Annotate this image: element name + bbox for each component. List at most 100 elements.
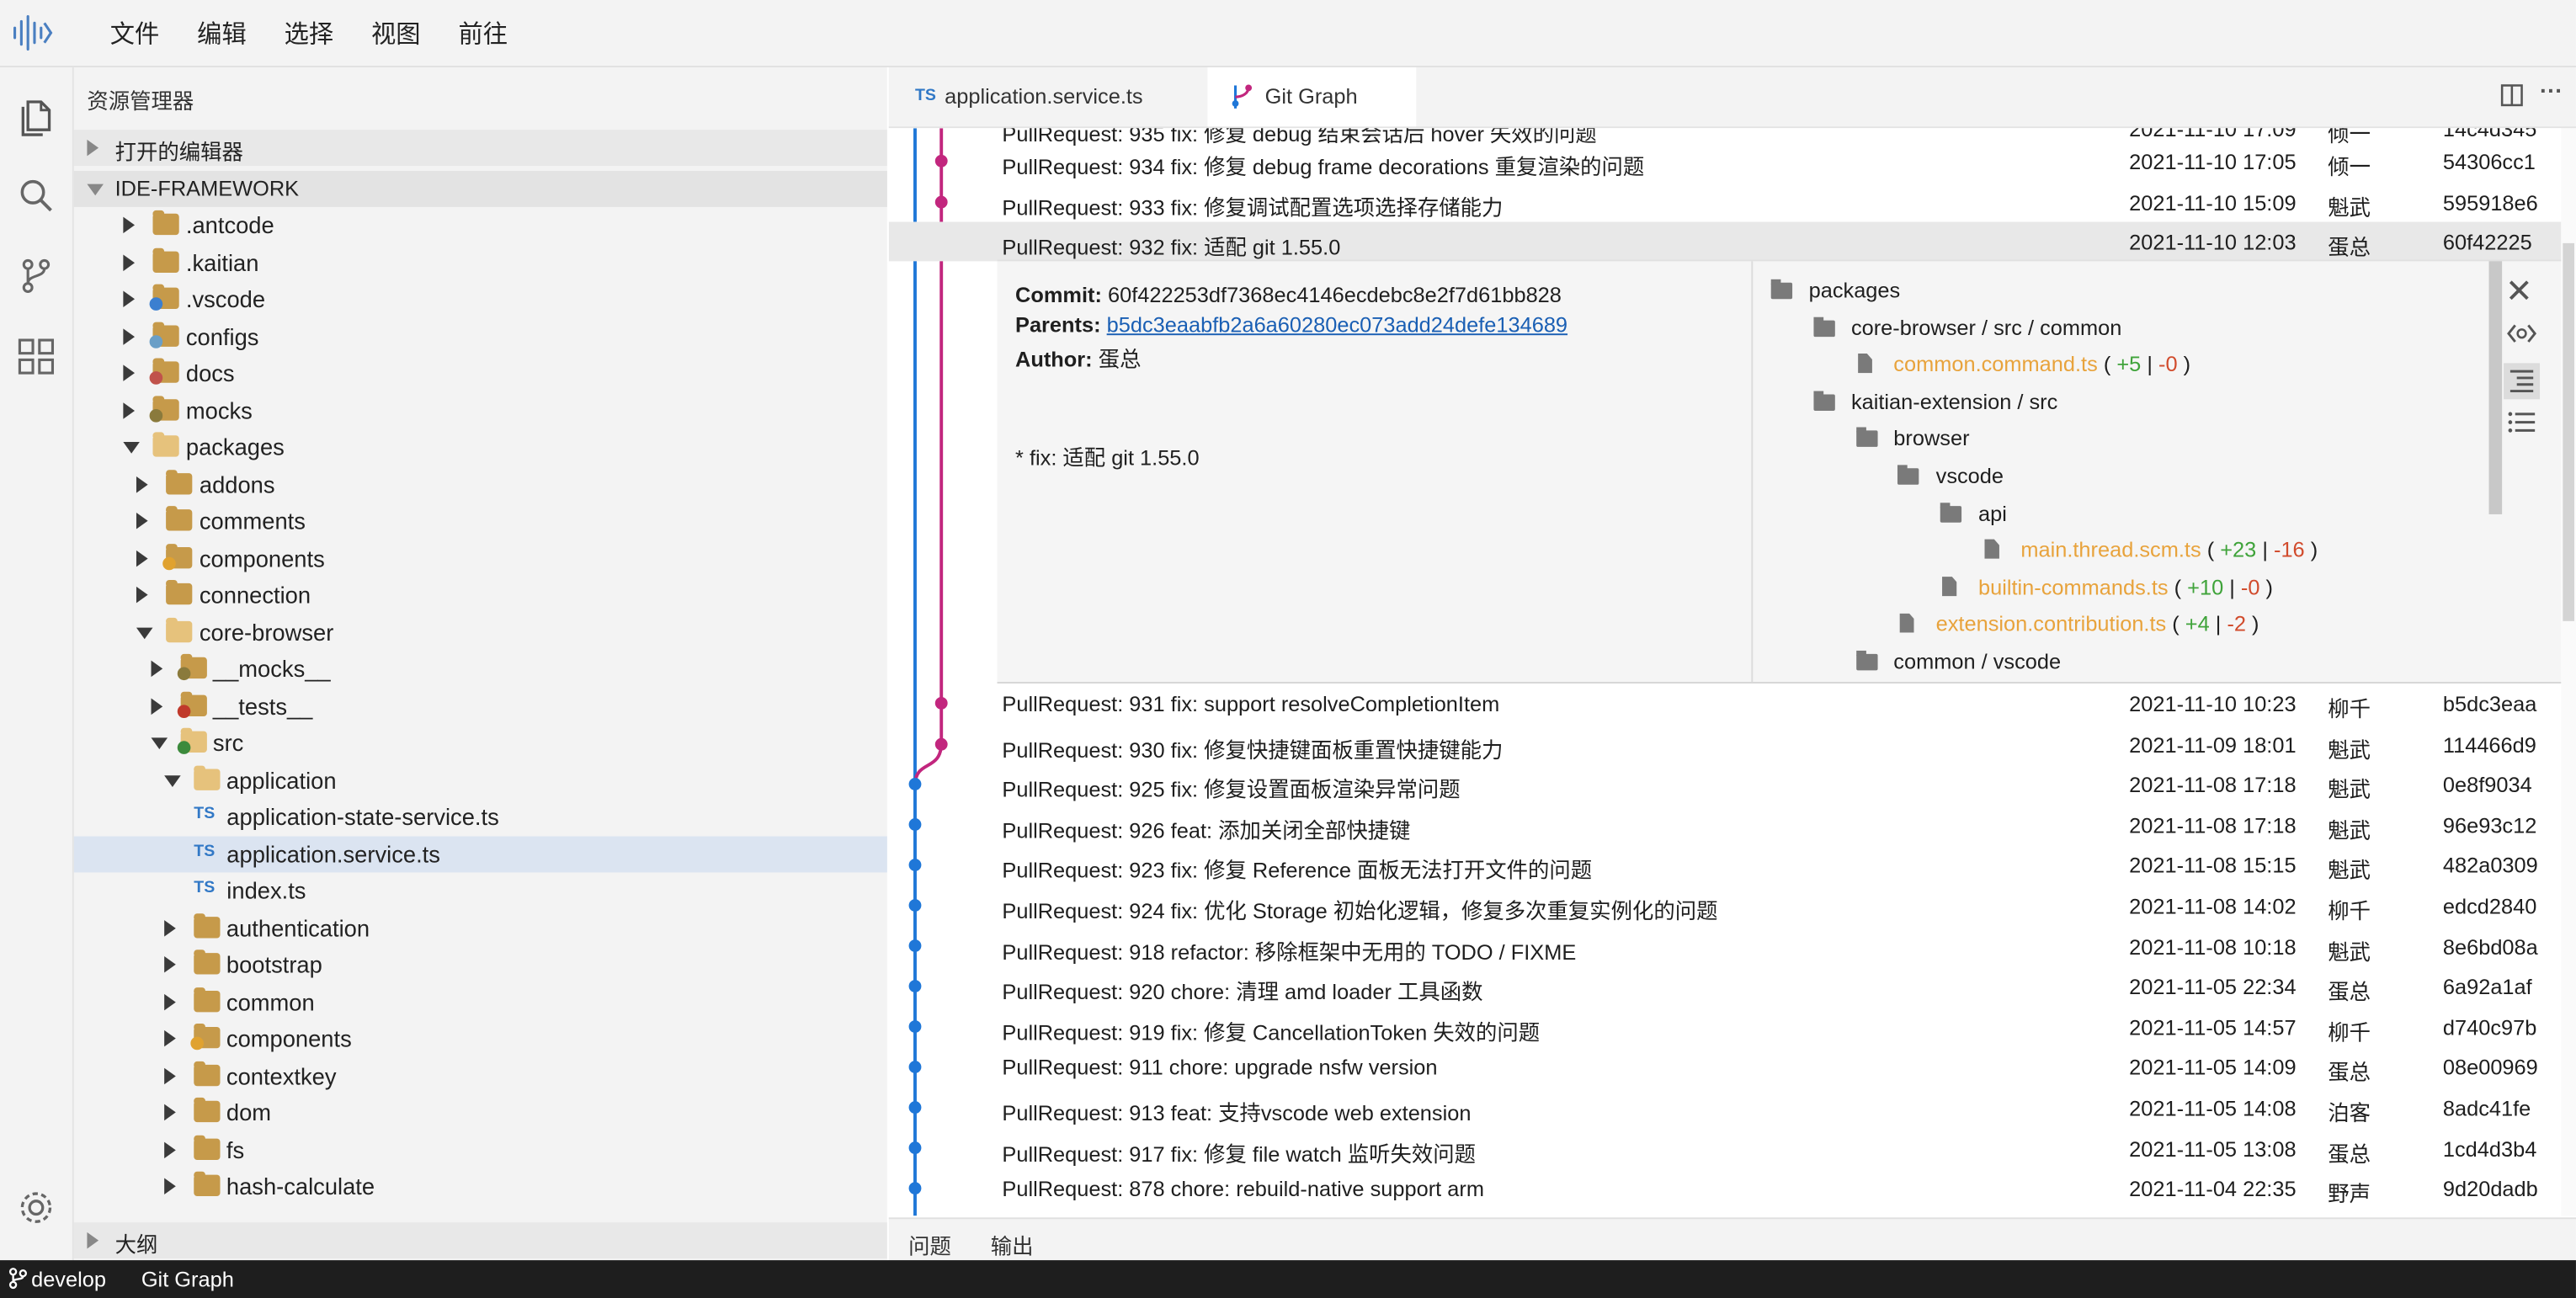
commit-details-info: Commit: 60f422253df7368ec4146ecdebc8e2f7… [998, 261, 1754, 683]
file-tree-folder[interactable]: .vscode [74, 281, 887, 317]
panel-tab-output[interactable]: 输出 [991, 1229, 1034, 1260]
chevron-right-icon [87, 139, 99, 157]
menu-selection[interactable]: 选择 [285, 17, 334, 51]
commit-row[interactable]: PullRequest: 925 fix: 修复设置面板渲染异常问题 2021-1… [889, 764, 2562, 804]
chevron-right-icon [163, 919, 176, 936]
panel-tab-problems[interactable]: 问题 [908, 1229, 951, 1260]
commit-row[interactable]: PullRequest: 931 fix: support resolveCom… [889, 684, 2562, 723]
file-tree-folder[interactable]: bootstrap [74, 946, 887, 982]
settings-gear-icon[interactable] [13, 1184, 60, 1231]
chevron-down-icon [123, 442, 141, 454]
explorer-icon[interactable] [13, 93, 60, 140]
commit-date: 2021-11-08 17:18 [2129, 812, 2297, 838]
section-open-editors[interactable]: 打开的编辑器 [73, 130, 887, 167]
split-editor-icon[interactable] [2500, 84, 2523, 112]
file-tree-file[interactable]: TS application.service.ts [73, 835, 887, 872]
commit-hash: 14c4d345 [2442, 128, 2537, 141]
file-tree-folder[interactable]: mocks [74, 392, 887, 428]
source-control-icon[interactable] [13, 253, 60, 300]
commit-hash: 8e6bd08a [2442, 934, 2538, 960]
file-tree-folder[interactable]: components [74, 1020, 887, 1056]
folder-icon [193, 1097, 221, 1123]
file-tree-label: components [199, 545, 325, 572]
file-tree-folder[interactable]: application [74, 762, 887, 798]
folder-icon [166, 580, 194, 605]
file-tree-folder[interactable]: packages [74, 428, 887, 465]
file-tree-folder[interactable]: comments [74, 503, 887, 539]
search-icon[interactable] [13, 173, 60, 219]
commit-row[interactable]: PullRequest: 919 fix: 修复 CancellationTok… [889, 1007, 2562, 1046]
file-tree-folder[interactable]: authentication [74, 909, 887, 945]
commit-hash: 8adc41fe [2442, 1095, 2531, 1121]
section-project-root[interactable]: IDE-FRAMEWORK [73, 170, 887, 207]
commit-row[interactable]: PullRequest: 917 fix: 修复 file watch 监听失效… [889, 1128, 2562, 1168]
folder-icon [193, 764, 221, 790]
commit-row[interactable]: PullRequest: 920 chore: 清理 amd loader 工具… [889, 966, 2562, 1006]
commit-row[interactable]: PullRequest: 933 fix: 修复调试配置选项选择存储能力 2021… [889, 182, 2562, 221]
diff-stat-close: ) [2304, 537, 2318, 562]
folder-icon [152, 432, 180, 457]
file-icon [1942, 576, 1957, 597]
chevron-right-icon [163, 992, 176, 1010]
commit-row[interactable]: PullRequest: 924 fix: 优化 Storage 初始化逻辑，修… [889, 886, 2562, 925]
file-tree-file[interactable]: TS application-state-service.ts [74, 799, 887, 835]
commit-message: PullRequest: 934 fix: 修复 debug frame dec… [1002, 154, 1645, 179]
file-tree-folder[interactable]: connection [74, 577, 887, 613]
commit-row[interactable]: PullRequest: 918 refactor: 移除框架中无用的 TODO… [889, 926, 2562, 966]
status-branch[interactable]: develop [31, 1267, 106, 1291]
chevron-right-icon [136, 476, 149, 492]
file-tree-label: authentication [226, 914, 370, 941]
section-outline[interactable]: 大纲 [73, 1222, 887, 1259]
file-tree-folder[interactable]: .antcode [74, 207, 887, 243]
file-tree-folder[interactable]: __tests__ [74, 688, 887, 724]
file-tree-folder[interactable]: fs [74, 1131, 887, 1168]
file-tree-folder[interactable]: core-browser [74, 614, 887, 650]
file-tree-folder[interactable]: components [74, 540, 887, 576]
commit-row[interactable]: PullRequest: 934 fix: 修复 debug frame dec… [889, 141, 2562, 181]
file-tree-folder[interactable]: .kaitian [74, 244, 887, 280]
menu-edit[interactable]: 编辑 [197, 17, 247, 51]
commit-hash: 08e00969 [2442, 1055, 2538, 1081]
file-tree-folder[interactable]: contextkey [74, 1057, 887, 1093]
list-view-icon[interactable] [2505, 406, 2538, 439]
commit-row[interactable]: PullRequest: 878 chore: rebuild-native s… [889, 1168, 2562, 1208]
file-tree-folder[interactable]: hash-calculate [74, 1168, 887, 1205]
commit-date: 2021-11-08 10:18 [2129, 934, 2297, 960]
commit-details-panel: Commit: 60f422253df7368ec4146ecdebc8e2f7… [997, 259, 2562, 684]
file-tree-folder[interactable]: common [74, 983, 887, 1019]
diff-stat-separator: | [2209, 611, 2227, 637]
tab-git-graph[interactable]: Git Graph [1207, 67, 1417, 127]
file-tree-folder[interactable]: configs [74, 318, 887, 354]
tree-view-icon[interactable] [2504, 363, 2541, 400]
commit-row[interactable]: PullRequest: 932 fix: 适配 git 1.55.0 2021-… [888, 222, 2562, 263]
section-outline-label: 大纲 [114, 1232, 158, 1258]
menu-view[interactable]: 视图 [371, 17, 421, 51]
code-view-icon[interactable] [2505, 321, 2538, 354]
chevron-right-icon [87, 1232, 99, 1249]
parent-hash-link[interactable]: b5dc3eaabfb2a6a60280ec073add24defe134689 [1107, 312, 1567, 337]
file-tree-file[interactable]: TS index.ts [74, 872, 887, 908]
commit-row[interactable]: PullRequest: 930 fix: 修复快捷键面板重置快捷键能力 2021… [889, 724, 2562, 763]
graph-scrollbar[interactable] [2561, 128, 2576, 1216]
menu-file[interactable]: 文件 [110, 17, 160, 51]
tab-application-service[interactable]: TS application.service.ts [889, 67, 1208, 126]
graph-scrollbar-thumb[interactable] [2563, 242, 2575, 621]
commit-row[interactable]: PullRequest: 911 chore: upgrade nsfw ver… [889, 1047, 2562, 1087]
file-tree-folder[interactable]: docs [74, 355, 887, 391]
changed-item-name: main.thread.scm.ts [2020, 537, 2201, 562]
more-actions-icon[interactable]: ··· [2540, 77, 2563, 104]
file-tree-folder[interactable]: src [74, 725, 887, 761]
commit-row[interactable]: PullRequest: 923 fix: 修复 Reference 面板无法打… [889, 845, 2562, 885]
file-tree-folder[interactable]: addons [74, 465, 887, 502]
file-tree-folder[interactable]: __mocks__ [74, 651, 887, 687]
commit-row[interactable]: PullRequest: 913 feat: 支持vscode web exte… [889, 1088, 2562, 1127]
status-git-graph[interactable]: Git Graph [141, 1267, 234, 1291]
commit-row[interactable]: PullRequest: 926 feat: 添加关闭全部快捷键 2021-11-… [889, 805, 2562, 844]
section-project-root-label: IDE-FRAMEWORK [114, 175, 300, 201]
menu-go[interactable]: 前往 [458, 17, 508, 51]
folder-icon [1897, 465, 1920, 485]
file-tree-label: __tests__ [212, 692, 313, 719]
extensions-icon[interactable] [13, 333, 60, 380]
file-tree-folder[interactable]: dom [74, 1094, 887, 1130]
close-icon[interactable]: ✕ [2505, 271, 2538, 311]
